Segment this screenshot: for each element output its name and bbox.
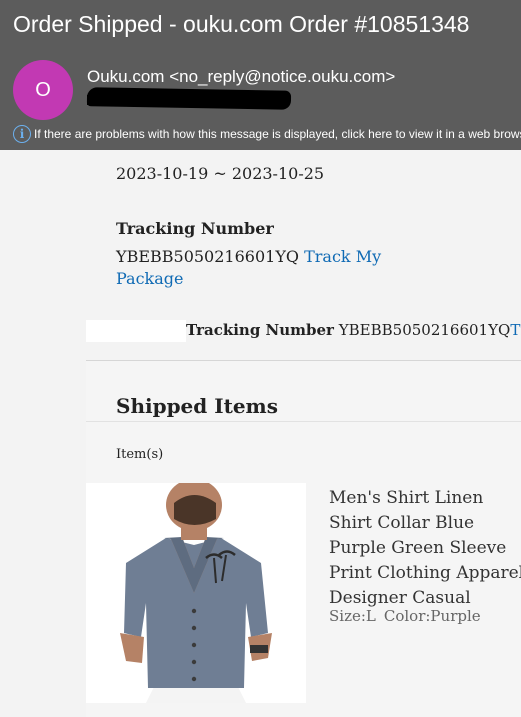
card-divider	[86, 421, 521, 422]
tracking-row-link[interactable]: Track My Package	[510, 321, 521, 339]
tracking-row-number: YBEBB5050216601YQ	[338, 321, 511, 339]
tracking-label: Tracking Number	[116, 219, 274, 238]
track-package-link-line2: Package	[116, 269, 184, 288]
redaction-mark	[86, 87, 292, 110]
tracking-number: YBEBB5050216601YQ	[116, 247, 299, 266]
redaction-mark	[87, 95, 99, 105]
track-package-link-cont[interactable]: Package	[116, 269, 184, 288]
items-column-label: Item(s)	[116, 447, 164, 462]
display-warning-text[interactable]: If there are problems with how this mess…	[34, 127, 521, 141]
product-image[interactable]	[86, 483, 306, 703]
product-size: Size:L	[329, 607, 376, 625]
email-body: 2023-10-19 ~ 2023-10-25 Tracking Number …	[0, 150, 521, 717]
tracking-row: Tracking Number YBEBB5050216601YQTrack M…	[186, 321, 521, 339]
tracking-line: YBEBB5050216601YQ Track My	[116, 247, 381, 266]
email-header: Order Shipped - ouku.com Order #10851348…	[0, 0, 521, 150]
product-title[interactable]: Men's Shirt Linen Shirt Collar Blue Purp…	[329, 486, 521, 611]
email-subject: Order Shipped - ouku.com Order #10851348	[13, 11, 470, 37]
product-color: Color:Purple	[383, 607, 481, 625]
sender-address[interactable]: Ouku.com <no_reply@notice.ouku.com>	[87, 67, 395, 87]
info-icon: i	[13, 125, 31, 143]
track-package-link[interactable]: Track My	[304, 247, 381, 266]
tracking-row-label: Tracking Number	[186, 321, 334, 339]
display-warning-bar[interactable]: i If there are problems with how this mes…	[13, 125, 521, 145]
shirt-photo	[86, 483, 306, 703]
shipped-items-title: Shipped Items	[116, 394, 278, 418]
delivery-dates: 2023-10-19 ~ 2023-10-25	[116, 164, 325, 183]
sender-avatar[interactable]: O	[13, 60, 73, 120]
product-attributes: Size:L Color:Purple	[329, 607, 481, 625]
white-strip	[86, 320, 186, 342]
